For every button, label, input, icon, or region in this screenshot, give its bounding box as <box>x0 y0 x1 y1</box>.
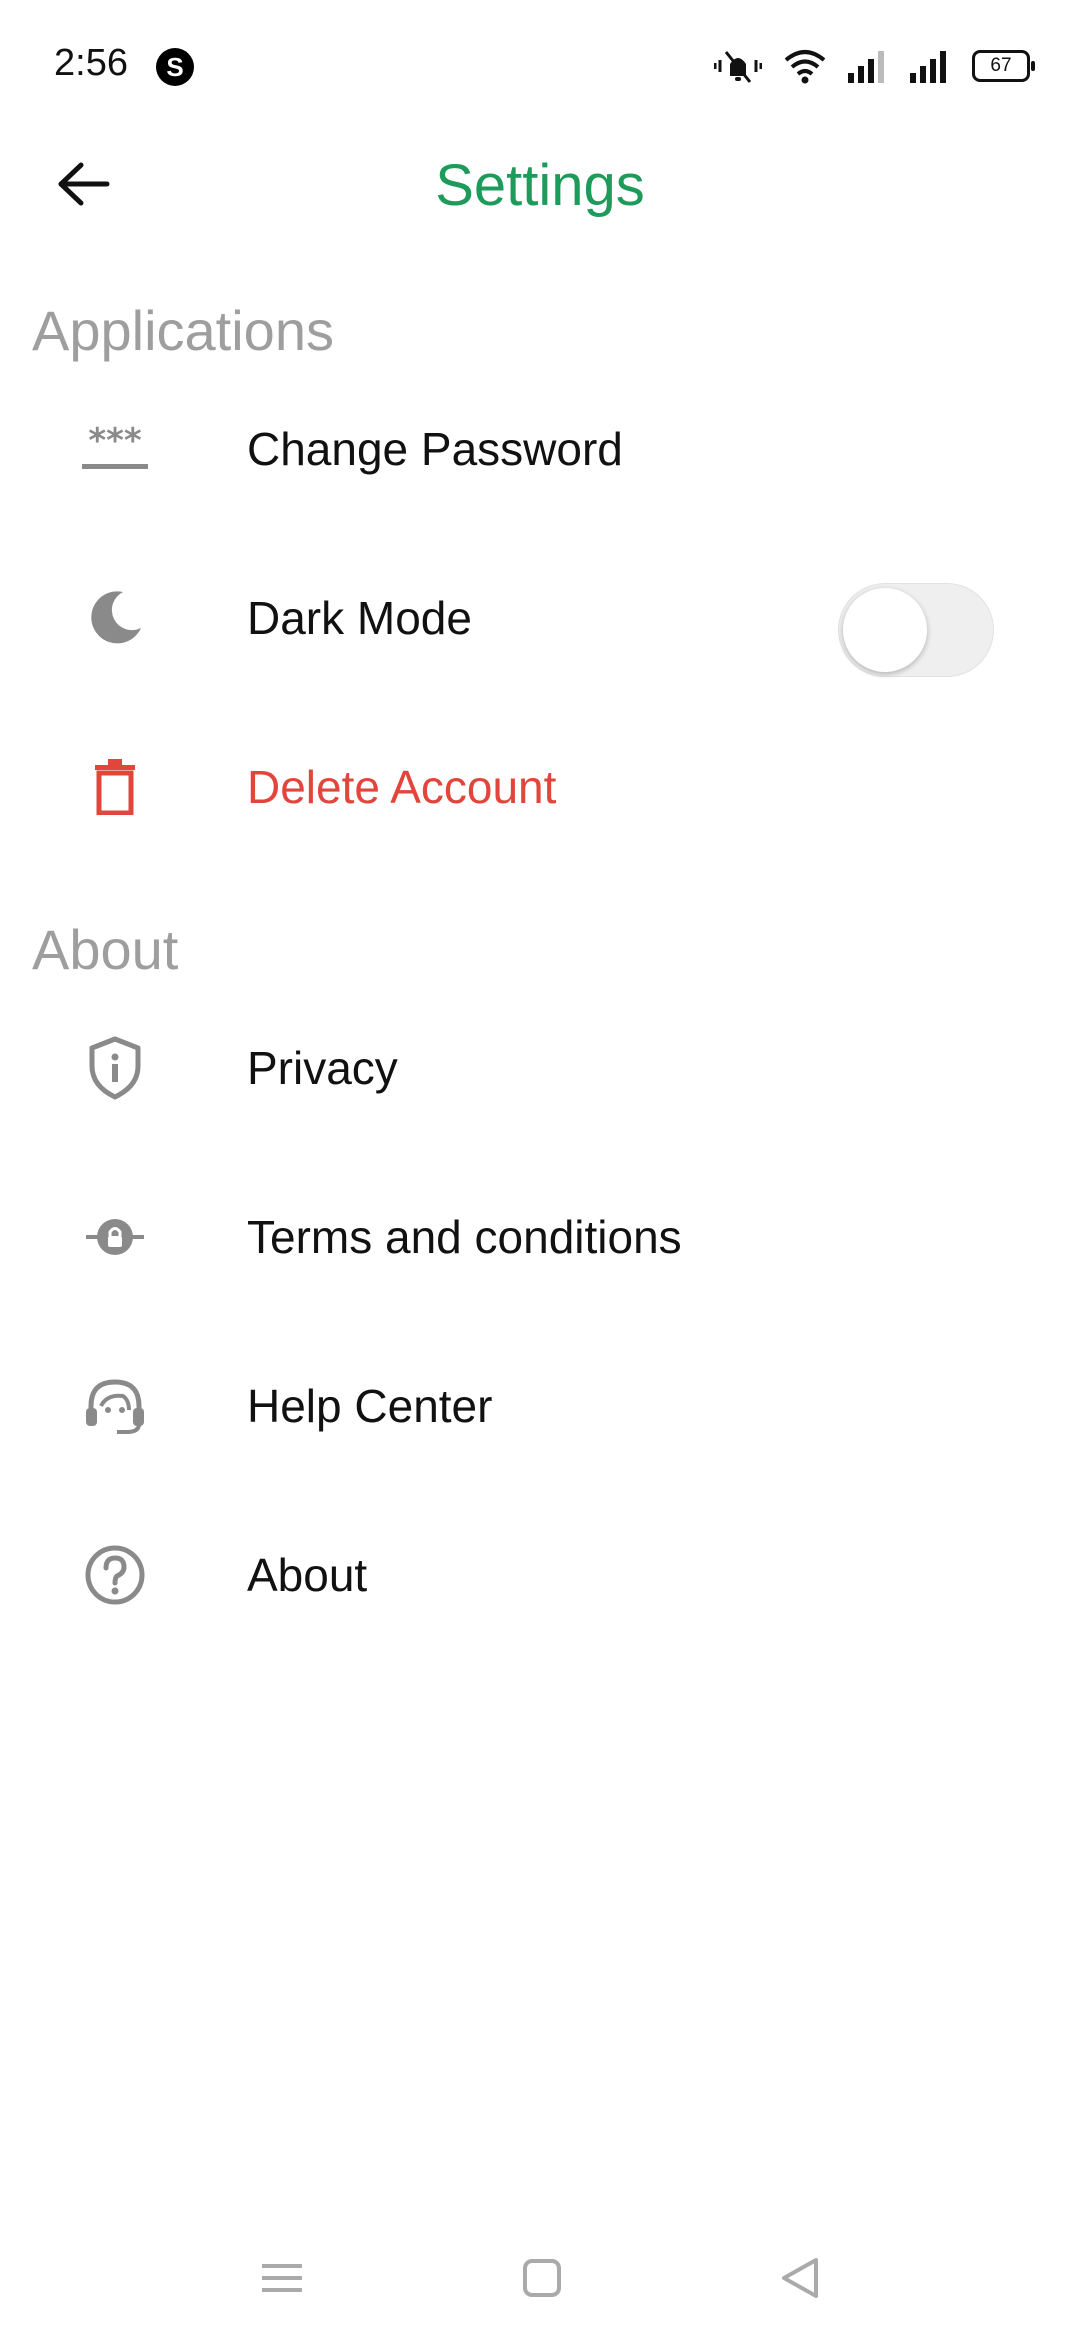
password-icon: *** <box>72 416 158 482</box>
signal-icon <box>910 49 950 83</box>
privacy-label: Privacy <box>247 1042 398 1094</box>
status-bar: 2:56 S 67 <box>0 0 1080 130</box>
help-center-item[interactable]: Help Center <box>0 1331 1080 1481</box>
change-password-item[interactable]: *** Change Password <box>0 374 1080 524</box>
toggle-knob <box>843 588 927 672</box>
delete-account-label: Delete Account <box>247 761 557 813</box>
shield-info-icon <box>72 1035 158 1101</box>
app-notification-icon: S <box>156 48 194 86</box>
signal-icon <box>848 49 888 83</box>
status-time: 2:56 <box>54 42 128 84</box>
help-center-label: Help Center <box>247 1380 493 1432</box>
headset-icon <box>72 1373 158 1439</box>
lock-icon <box>72 1204 158 1270</box>
home-square-icon <box>522 2258 562 2303</box>
dark-mode-toggle[interactable] <box>838 583 994 677</box>
system-nav-bar <box>0 2220 1080 2340</box>
question-circle-icon <box>72 1542 158 1608</box>
wifi-icon <box>784 48 826 84</box>
delete-account-item[interactable]: Delete Account <box>0 712 1080 862</box>
battery-indicator: 67 <box>972 50 1035 82</box>
app-bar: Settings <box>0 130 1080 240</box>
svg-text:***: *** <box>88 426 142 461</box>
vibrate-icon <box>714 46 762 86</box>
status-icons: 67 <box>714 44 1035 88</box>
section-header-applications: Applications <box>32 299 334 362</box>
home-button[interactable] <box>512 2250 572 2310</box>
about-label: About <box>247 1549 368 1601</box>
menu-icon <box>260 2260 304 2301</box>
dark-mode-label: Dark Mode <box>247 592 472 644</box>
section-header-about: About <box>32 918 179 981</box>
dark-mode-item[interactable]: Dark Mode <box>0 543 1080 693</box>
menu-button[interactable] <box>252 2250 312 2310</box>
about-item[interactable]: About <box>0 1500 1080 1650</box>
back-nav-button[interactable] <box>770 2250 830 2310</box>
page-title: Settings <box>435 153 645 218</box>
trash-icon <box>72 754 158 820</box>
privacy-item[interactable]: Privacy <box>0 993 1080 1143</box>
back-triangle-icon <box>780 2256 820 2305</box>
terms-item[interactable]: Terms and conditions <box>0 1162 1080 1312</box>
change-password-label: Change Password <box>247 423 623 475</box>
terms-label: Terms and conditions <box>247 1211 682 1263</box>
moon-icon <box>72 585 158 651</box>
